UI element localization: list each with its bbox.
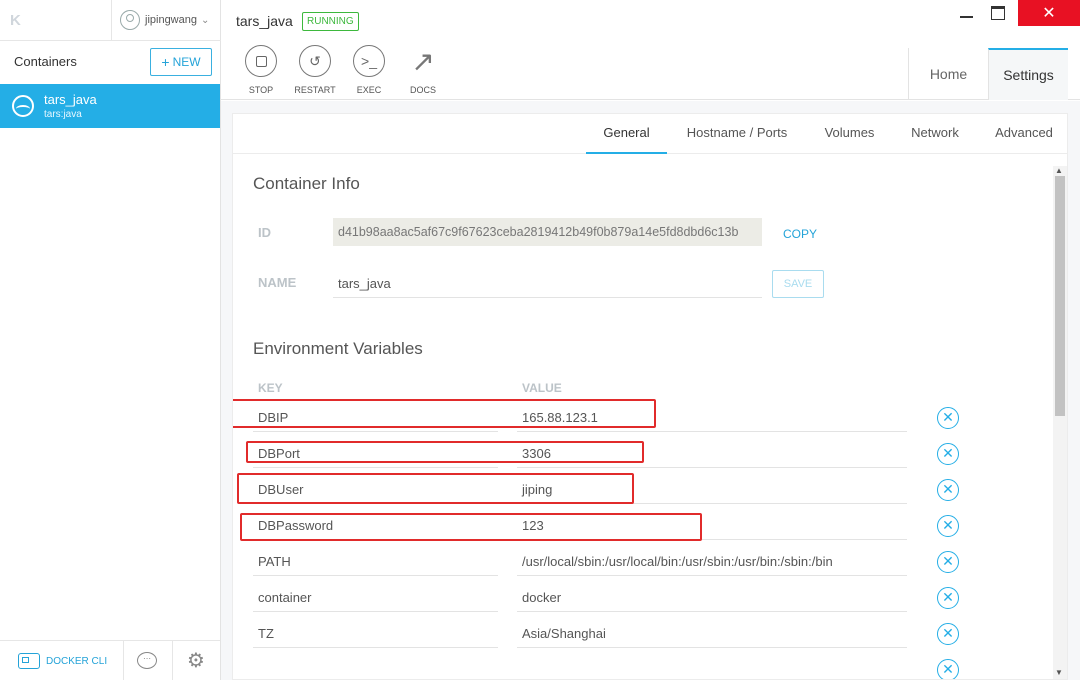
tab-volumes[interactable]: Volumes: [813, 114, 886, 154]
divider: [123, 641, 124, 680]
remove-env-icon[interactable]: ✕: [937, 551, 959, 573]
external-link-icon: ↗: [411, 45, 435, 77]
terminal-icon: >_: [353, 45, 385, 77]
env-row: ✕: [253, 656, 959, 679]
tab-network[interactable]: Network: [899, 114, 971, 154]
divider: [111, 0, 112, 40]
container-image: tars:java: [44, 109, 82, 120]
maximize-icon[interactable]: [982, 0, 1014, 26]
container-name: tars_java: [44, 92, 97, 107]
container-info-title: Container Info: [253, 174, 360, 193]
chevron-down-icon: ⌄: [200, 14, 210, 26]
vertical-scrollbar[interactable]: ▲ ▼: [1053, 166, 1067, 679]
minimize-icon[interactable]: [950, 0, 982, 26]
stop-square: [255, 55, 267, 67]
exec-button[interactable]: >_ EXEC: [342, 45, 396, 95]
tab-general[interactable]: General: [586, 114, 667, 154]
env-key-input[interactable]: PATH: [253, 548, 498, 576]
window-controls: ✕: [950, 0, 1080, 26]
remove-env-icon[interactable]: ✕: [937, 443, 959, 465]
remove-env-icon[interactable]: ✕: [937, 407, 959, 429]
docs-button[interactable]: ↗ DOCS: [396, 45, 450, 96]
restart-label: RESTART: [294, 85, 336, 95]
env-vars-title: Environment Variables: [253, 339, 423, 358]
highlight-box: [233, 399, 656, 428]
divider: [172, 641, 173, 680]
container-title: tars_java: [236, 13, 293, 29]
remove-env-icon[interactable]: ✕: [937, 659, 959, 679]
action-toolbar: STOP ↺ RESTART >_ EXEC ↗ DOCS: [234, 45, 450, 95]
remove-env-icon[interactable]: ✕: [937, 479, 959, 501]
docs-label: DOCS: [409, 85, 436, 95]
copy-id-button[interactable]: COPY: [783, 227, 817, 241]
exec-label: EXEC: [356, 85, 382, 95]
containers-title: Containers: [14, 54, 77, 69]
kitematic-logo: K: [10, 12, 21, 29]
key-column-header: KEY: [258, 381, 283, 395]
env-value-input[interactable]: Asia/Shanghai: [517, 620, 907, 648]
tab-advanced[interactable]: Advanced: [985, 114, 1063, 154]
env-row: container docker ✕: [253, 584, 959, 620]
restart-icon: ↺: [299, 45, 331, 77]
container-running-icon: [12, 95, 34, 117]
remove-env-icon[interactable]: ✕: [937, 623, 959, 645]
plus-icon: +: [161, 54, 170, 70]
settings-sub-tabs: General Hostname / Ports Volumes Network…: [233, 114, 1067, 154]
id-label: ID: [258, 225, 271, 240]
restart-button[interactable]: ↺ RESTART: [288, 45, 342, 95]
highlight-box: [246, 441, 644, 463]
container-id-value: d41b98aa8ac5af67c9f67623ceba2819412b49f0…: [333, 218, 762, 246]
scroll-thumb[interactable]: [1055, 176, 1065, 416]
user-menu[interactable]: jipingwang ⌄: [120, 9, 209, 31]
view-tabs: Home Settings: [908, 48, 1068, 100]
settings-main: General Hostname / Ports Volumes Network…: [221, 101, 1080, 680]
settings-panel: General Hostname / Ports Volumes Network…: [232, 113, 1068, 680]
value-column-header: VALUE: [522, 381, 562, 395]
stop-button[interactable]: STOP: [234, 45, 288, 95]
status-badge: RUNNING: [302, 12, 359, 31]
gear-icon[interactable]: ⚙: [185, 650, 207, 672]
env-row: TZ Asia/Shanghai ✕: [253, 620, 959, 656]
highlight-box: [237, 473, 634, 504]
new-container-button[interactable]: + NEW: [150, 48, 212, 76]
docker-cli-button[interactable]: DOCKER CLI: [18, 653, 107, 669]
username: jipingwang: [145, 14, 197, 26]
tab-hostname-ports[interactable]: Hostname / Ports: [675, 114, 799, 154]
scroll-up-icon[interactable]: ▲: [1055, 166, 1063, 175]
kitematic-app: K jipingwang ⌄ Containers + NEW tars_jav…: [0, 0, 1080, 680]
tab-settings[interactable]: Settings: [988, 48, 1068, 100]
docker-cli-icon: [18, 653, 40, 669]
close-icon[interactable]: ✕: [1018, 0, 1080, 26]
env-key-input[interactable]: TZ: [253, 620, 498, 648]
scroll-down-icon[interactable]: ▼: [1055, 668, 1063, 677]
tab-home[interactable]: Home: [908, 48, 988, 100]
remove-env-icon[interactable]: ✕: [937, 515, 959, 537]
divider: [0, 40, 221, 41]
docker-cli-label: DOCKER CLI: [46, 655, 108, 667]
chat-icon[interactable]: ⋯: [137, 652, 157, 669]
name-label: NAME: [258, 275, 297, 290]
save-name-button[interactable]: SAVE: [772, 270, 824, 298]
container-header: tars_java RUNNING ✕ STOP ↺ RESTART >_ EX…: [221, 0, 1080, 100]
remove-env-icon[interactable]: ✕: [937, 587, 959, 609]
user-avatar-icon: [120, 10, 140, 30]
highlight-box: [240, 513, 702, 541]
env-row: PATH /usr/local/sbin:/usr/local/bin:/usr…: [253, 548, 959, 584]
container-item-tars-java[interactable]: tars_java tars:java: [0, 84, 220, 128]
stop-label: STOP: [248, 85, 274, 95]
env-value-input[interactable]: /usr/local/sbin:/usr/local/bin:/usr/sbin…: [517, 548, 907, 576]
container-name-input[interactable]: [333, 270, 762, 298]
sidebar-footer: DOCKER CLI ⋯ ⚙: [0, 640, 220, 680]
new-button-label: NEW: [172, 55, 201, 69]
env-value-input[interactable]: docker: [517, 584, 907, 612]
stop-icon: [245, 45, 277, 77]
env-key-input[interactable]: container: [253, 584, 498, 612]
sidebar: K jipingwang ⌄ Containers + NEW tars_jav…: [0, 0, 221, 680]
